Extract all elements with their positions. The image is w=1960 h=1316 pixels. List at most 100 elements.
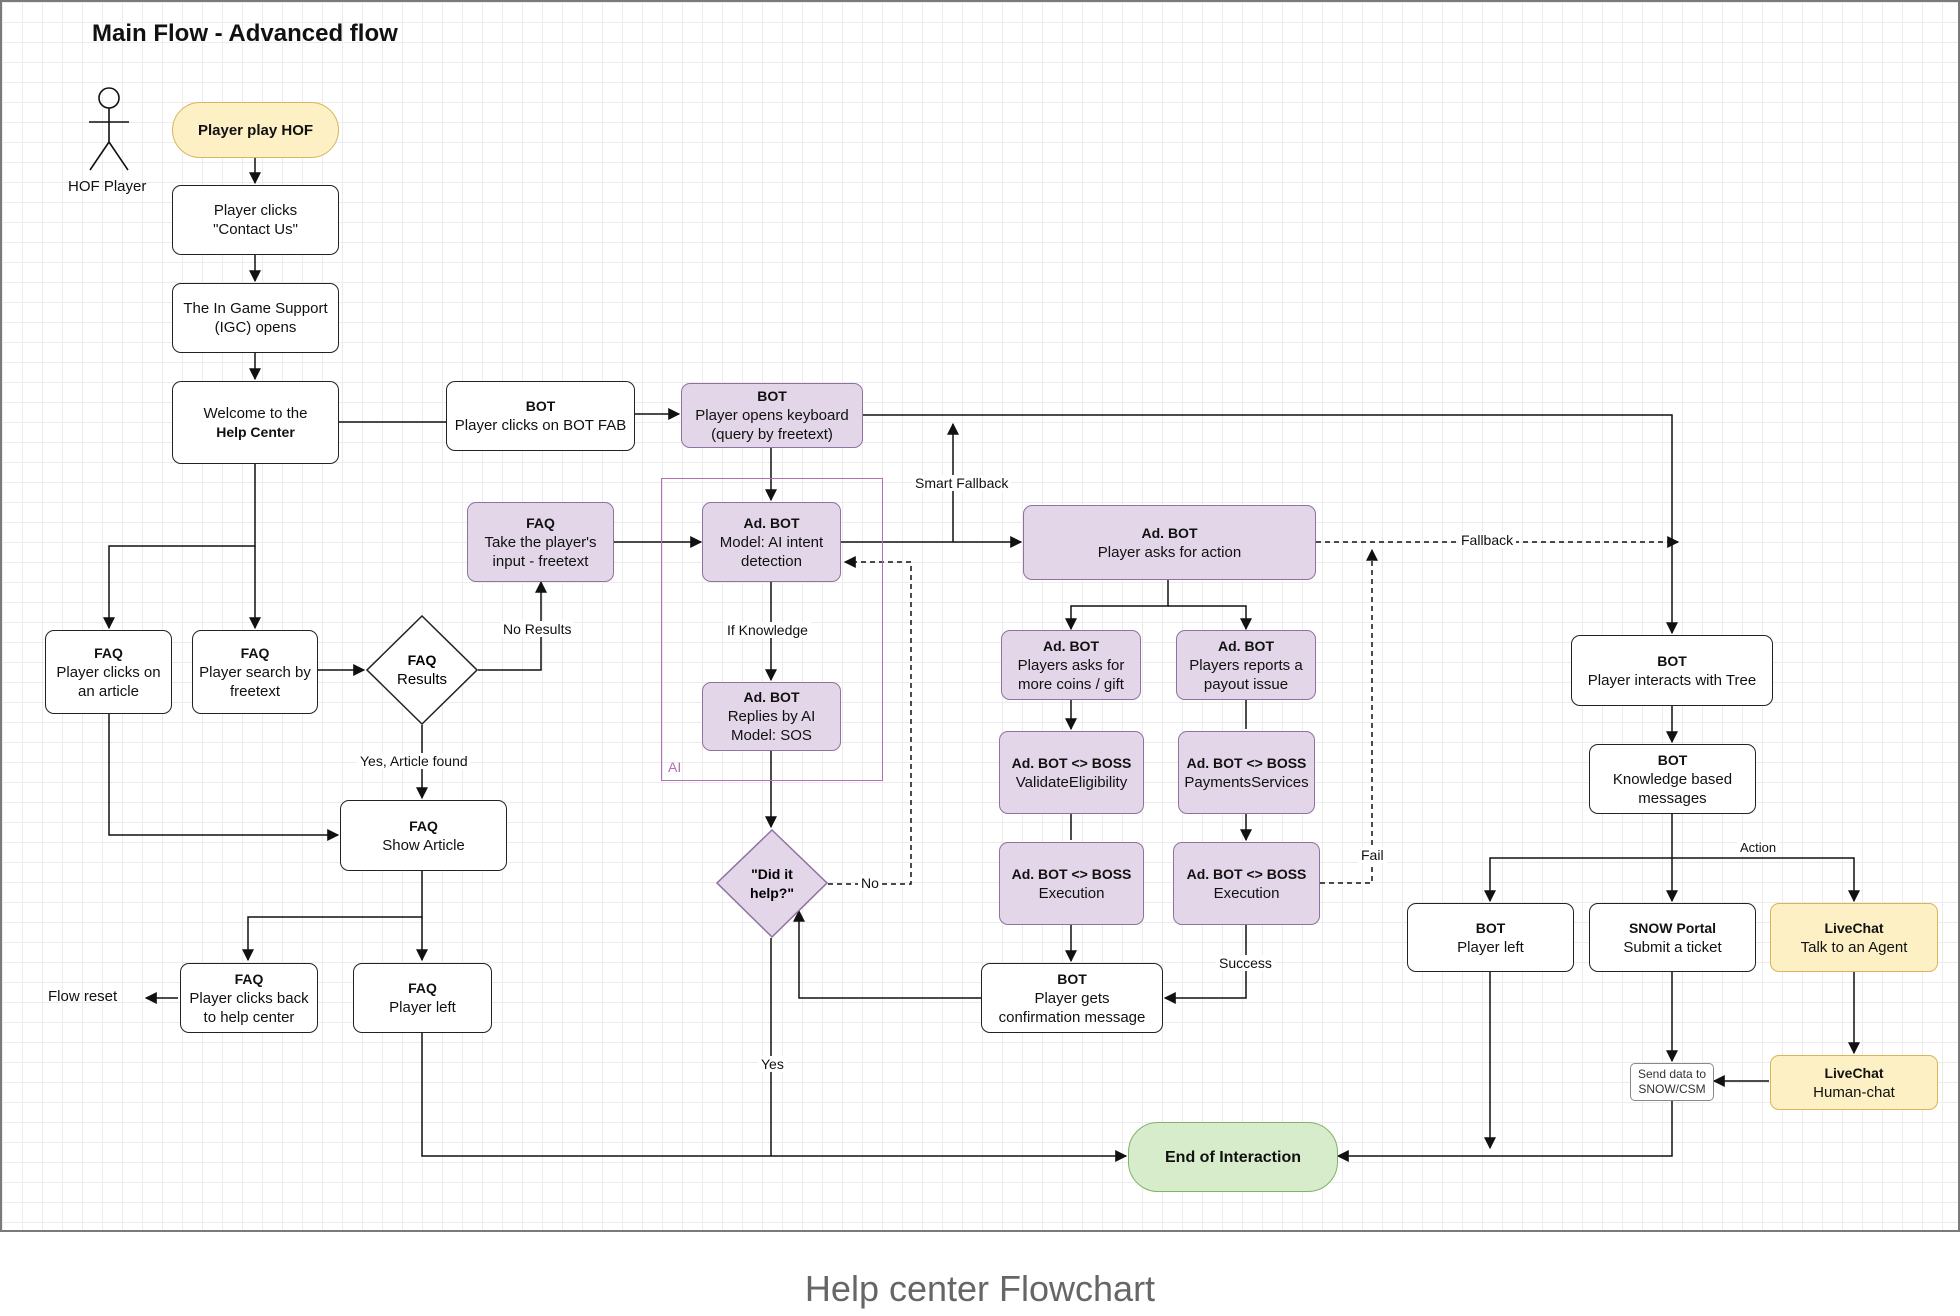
node-header: BOT: [1475, 919, 1506, 936]
node-send-data[interactable]: Send data to SNOW/CSM: [1630, 1063, 1714, 1101]
node-payout[interactable]: Ad. BOT Players reports a payout issue: [1176, 630, 1316, 700]
edge-action-coins: [1065, 580, 1169, 631]
node-header: BOT: [525, 398, 556, 414]
node-header: BOT: [757, 388, 787, 404]
node-header: FAQ: [409, 817, 438, 834]
node-faq-left[interactable]: FAQ Player left: [353, 963, 492, 1033]
node-text: Player gets confirmation message: [998, 989, 1146, 1026]
label-flow-reset: Flow reset: [48, 988, 118, 1005]
node-bot-left[interactable]: BOT Player left: [1407, 903, 1574, 972]
edge-label-yes: Yes: [758, 1056, 787, 1072]
edge-label-smart-fallback: Smart Fallback: [912, 475, 1012, 491]
node-end-of-interaction[interactable]: End of Interaction: [1128, 1122, 1338, 1192]
node-contact-us[interactable]: Player clicks "Contact Us": [172, 185, 339, 255]
node-text: End of Interaction: [1165, 1148, 1301, 1166]
diagram-canvas: Main Flow - Advanced flow HOF Player AI …: [0, 0, 1960, 1232]
node-text: Human-chat: [1813, 1083, 1895, 1101]
node-did-it-help[interactable]: "Did it help?": [716, 829, 828, 938]
node-header: "Did it help?": [750, 865, 794, 901]
node-header: SNOW Portal: [1628, 919, 1717, 936]
node-snow-portal[interactable]: SNOW Portal Submit a ticket: [1589, 903, 1756, 972]
node-text: Talk to an Agent: [1800, 938, 1908, 956]
node-text: Player clicks "Contact Us": [213, 202, 298, 238]
edge-action-payout: [1168, 605, 1252, 631]
node-faq-results[interactable]: FAQ Results: [366, 615, 478, 725]
node-text: Player asks for action: [1097, 543, 1242, 561]
node-header: BOT: [1657, 751, 1688, 768]
node-text-bold: Help Center: [216, 423, 295, 440]
edge-knowledge-livechat: [1672, 857, 1860, 903]
node-text: Model: AI intent detection: [719, 533, 824, 570]
node-text: Player clicks on BOT FAB: [454, 417, 627, 434]
node-welcome[interactable]: Welcome to the Help Center: [172, 381, 339, 464]
node-header: LiveChat: [1824, 919, 1884, 936]
node-header: Ad. BOT <> BOSS: [1186, 865, 1307, 882]
node-text: Submit a ticket: [1623, 938, 1722, 956]
stick-figure-icon: [89, 87, 129, 171]
node-payments[interactable]: Ad. BOT <> BOSS PaymentsServices: [1178, 731, 1315, 814]
node-header: BOT: [1057, 970, 1087, 987]
node-text: Replies by AI Model: SOS: [727, 708, 816, 744]
edge-welcome-down: [103, 464, 256, 630]
node-text: Player left: [389, 999, 456, 1016]
node-bot-keyboard[interactable]: BOT Player opens keyboard (query by free…: [681, 383, 863, 448]
node-header: FAQ: [408, 980, 437, 996]
edge-show-down: [242, 871, 423, 962]
edge-label-if-knowledge: If Knowledge: [724, 622, 811, 638]
node-header: Ad. BOT <> BOSS: [1186, 754, 1307, 771]
edge-knowledge-split: [1484, 857, 1672, 903]
node-header: BOT: [1657, 652, 1687, 669]
edge-label-fail: Fail: [1358, 847, 1387, 863]
node-player-play[interactable]: Player play HOF: [172, 102, 339, 158]
node-exec-2[interactable]: Ad. BOT <> BOSS Execution: [1173, 842, 1320, 925]
figure-caption: Help center Flowchart: [804, 1268, 1156, 1309]
node-ad-action[interactable]: Ad. BOT Player asks for action: [1023, 505, 1316, 580]
node-text: Results: [396, 671, 448, 688]
node-ad-replies[interactable]: Ad. BOT Replies by AI Model: SOS: [702, 682, 841, 751]
node-ad-intent[interactable]: Ad. BOT Model: AI intent detection: [702, 502, 841, 582]
node-validate[interactable]: Ad. BOT <> BOSS ValidateEligibility: [999, 731, 1144, 814]
node-text: Player opens keyboard (query by freetext…: [695, 407, 849, 443]
actor-label: HOF Player: [68, 178, 147, 195]
node-text: Execution: [1213, 884, 1280, 902]
node-text: PaymentsServices: [1184, 773, 1309, 791]
node-header: Ad. BOT: [1141, 524, 1198, 541]
node-faq-freetext-input[interactable]: FAQ Take the player's input - freetext: [467, 502, 614, 582]
node-text: Player left: [1457, 938, 1524, 956]
edge-label-action: Action: [1737, 840, 1780, 855]
node-text: Show Article: [382, 836, 465, 854]
edge-label-yes-article: Yes, Article found: [357, 753, 471, 769]
node-text: Execution: [1038, 884, 1105, 902]
node-text: ValidateEligibility: [1015, 773, 1128, 791]
node-bot-confirm[interactable]: BOT Player gets confirmation message: [981, 963, 1163, 1033]
node-faq-show[interactable]: FAQ Show Article: [340, 800, 507, 871]
node-faq-back[interactable]: FAQ Player clicks back to help center: [180, 963, 318, 1033]
node-coins[interactable]: Ad. BOT Players asks for more coins / gi…: [1001, 630, 1141, 700]
edge-left-end: [421, 1033, 1128, 1162]
node-text: Player interacts with Tree: [1587, 671, 1757, 689]
node-faq-article[interactable]: FAQ Player clicks on an article: [45, 630, 172, 714]
node-header: LiveChat: [1824, 1064, 1884, 1081]
edge-send-end: [1336, 1101, 1673, 1162]
edge-label-success: Success: [1216, 955, 1275, 971]
ai-group-label: AI: [668, 759, 682, 775]
node-bot-tree[interactable]: BOT Player interacts with Tree: [1571, 635, 1773, 706]
node-igc-opens[interactable]: The In Game Support (IGC) opens: [172, 283, 339, 353]
node-header: Ad. BOT <> BOSS: [1011, 754, 1132, 771]
node-text: Players asks for more coins / gift: [1017, 656, 1125, 693]
node-text: Knowledge based messages: [1612, 770, 1733, 807]
node-header: Ad. BOT: [1043, 637, 1099, 654]
node-bot-knowledge[interactable]: BOT Knowledge based messages: [1589, 744, 1756, 814]
node-faq-search[interactable]: FAQ Player search by freetext: [192, 630, 318, 714]
edge-fail: [1320, 548, 1378, 884]
node-bot-fab[interactable]: BOT Player clicks on BOT FAB: [446, 381, 635, 451]
node-header: FAQ: [94, 644, 123, 661]
node-livechat-agent[interactable]: LiveChat Talk to an Agent: [1770, 903, 1938, 972]
node-header: Ad. BOT: [743, 689, 800, 705]
node-text: Send data to SNOW/CSM: [1637, 1067, 1707, 1096]
node-header: FAQ: [407, 652, 437, 668]
node-livechat-human[interactable]: LiveChat Human-chat: [1770, 1055, 1938, 1110]
node-text: The In Game Support (IGC) opens: [183, 300, 328, 336]
node-exec-1[interactable]: Ad. BOT <> BOSS Execution: [999, 842, 1144, 925]
node-text: Player clicks back to help center: [189, 989, 309, 1026]
